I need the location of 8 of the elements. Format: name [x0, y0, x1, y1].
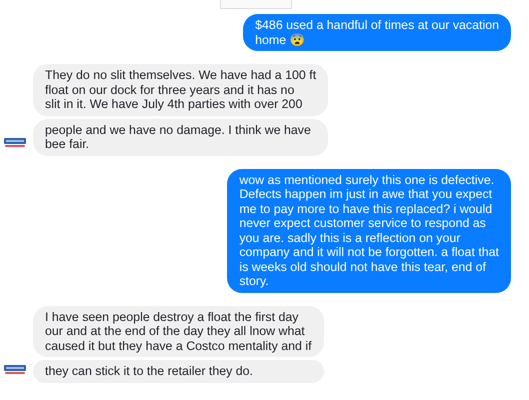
message-bubble: people and we have no damage. I think we have bee fair.: [33, 118, 328, 156]
logo-icon: [4, 136, 26, 148]
message-bubble: $486 used a handful of times at our vacation home 😨: [243, 14, 511, 51]
message-bubble: wow as mentioned surely this one is defective. Defects happen im just in awe that you expect me to pay more to have this replaced? i would never expect customer service to respond as you are. sadly this is a reflection on your company and it will not be forgotten. a float that is weeks old should not have this tear, end of story.: [227, 168, 511, 292]
message-bubble: they can stick it to the retailer they do.: [33, 360, 324, 382]
logo-icon: [4, 364, 26, 376]
message-bubble: They do no slit themselves. We have had a 100 ft float on our dock for three years and it has no slit in it. We have July 4th parties with over 200: [33, 64, 328, 116]
message-bubble: I have seen people destroy a float the first day our and at the end of the day they all lnow what caused it but they have a Costco mentality and if: [33, 306, 324, 357]
